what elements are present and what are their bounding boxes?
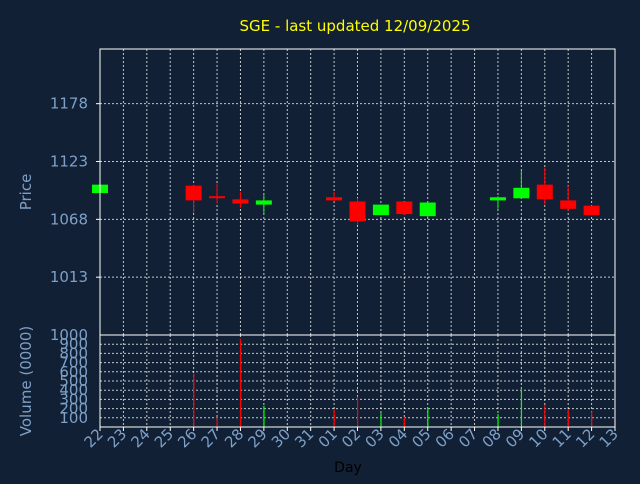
candle: [372, 204, 389, 216]
x-tick-label: 05: [408, 425, 434, 451]
candle-body: [583, 205, 600, 216]
x-tick-label: 06: [432, 425, 458, 451]
x-tick-label: 10: [525, 425, 551, 451]
volume-top-label: 1000: [50, 326, 88, 344]
candle-body: [419, 202, 436, 217]
volume-bar: [263, 405, 265, 427]
x-tick-label: 09: [502, 425, 528, 451]
candle-body: [255, 200, 272, 205]
candle: [326, 192, 343, 202]
candle: [489, 196, 506, 209]
x-tick-label: 22: [81, 425, 107, 451]
candle: [419, 202, 436, 218]
candle-body: [185, 185, 202, 201]
x-tick-label: 27: [198, 425, 224, 451]
volume-bar: [427, 407, 429, 427]
volume-bar: [520, 389, 523, 427]
candle: [185, 184, 202, 214]
candle-body: [209, 196, 226, 199]
volume-bar: [544, 404, 546, 427]
x-tick-label: 02: [338, 425, 364, 451]
x-tick-label: 29: [244, 425, 270, 451]
volume-bar: [567, 409, 569, 427]
candle: [513, 170, 530, 199]
x-axis-label: Day: [334, 460, 362, 476]
candle-body: [513, 187, 530, 199]
candle: [209, 183, 226, 204]
volume-series: [193, 338, 593, 427]
volume-y-axis-ticks: 100200300400500600700800900: [59, 335, 88, 427]
candle: [583, 205, 600, 216]
x-tick-label: 04: [385, 425, 411, 451]
x-tick-label: 31: [291, 425, 317, 451]
price-axis-label: Price: [17, 174, 35, 211]
candle-body: [536, 184, 553, 200]
volume-bar: [403, 416, 406, 427]
x-tick-label: 12: [572, 425, 598, 451]
candle: [232, 192, 249, 208]
x-tick-label: 03: [362, 425, 388, 451]
candle-body: [489, 197, 506, 201]
volume-bar: [239, 338, 242, 427]
chart-container: 1013 1068 1123 1178 100 200 300 400 500 600 700 80…: [0, 0, 640, 480]
price-tick-label: 1013: [50, 268, 88, 286]
x-tick-label: 28: [221, 425, 247, 451]
volume-bar: [357, 396, 359, 427]
candle-body: [232, 199, 249, 204]
x-tick-label: 08: [479, 425, 505, 451]
volume-bar: [591, 411, 593, 427]
price-tick-label: 1123: [50, 153, 88, 171]
x-tick-label: 11: [549, 425, 575, 451]
candle: [255, 195, 272, 214]
candle: [536, 167, 553, 205]
chart-svg: 1013106811231178 10020030040050060070080…: [17, 17, 622, 476]
x-tick-label: 30: [268, 425, 294, 451]
candle-body: [372, 204, 389, 216]
x-tick-label: 13: [596, 425, 622, 451]
candle: [396, 201, 413, 216]
x-axis-ticks: 2223242526272829303101020304050607080910…: [81, 425, 622, 451]
volume-bar: [333, 409, 335, 427]
candle-body: [349, 201, 366, 222]
volume-bar: [380, 413, 382, 427]
candle: [560, 185, 577, 211]
x-tick-label: 23: [104, 425, 130, 451]
volume-bar: [193, 373, 195, 427]
candlestick-series: [92, 167, 600, 225]
x-tick-label: 07: [455, 425, 481, 451]
x-tick-label: 25: [151, 425, 177, 451]
candle-body: [396, 201, 413, 215]
x-tick-label: 01: [315, 425, 341, 451]
candle-body: [560, 200, 577, 209]
volume-axis-label: Volume (0000): [17, 326, 35, 436]
x-tick-label: 24: [127, 425, 153, 451]
price-tick-label: 1068: [50, 210, 88, 228]
x-tick-label: 26: [174, 425, 200, 451]
candle-body: [326, 197, 343, 201]
volume-bar: [497, 414, 499, 427]
price-tick-label: 1178: [50, 95, 88, 113]
chart-title: SGE - last updated 12/09/2025: [240, 17, 471, 35]
candle: [349, 198, 366, 225]
volume-bar: [216, 416, 218, 427]
